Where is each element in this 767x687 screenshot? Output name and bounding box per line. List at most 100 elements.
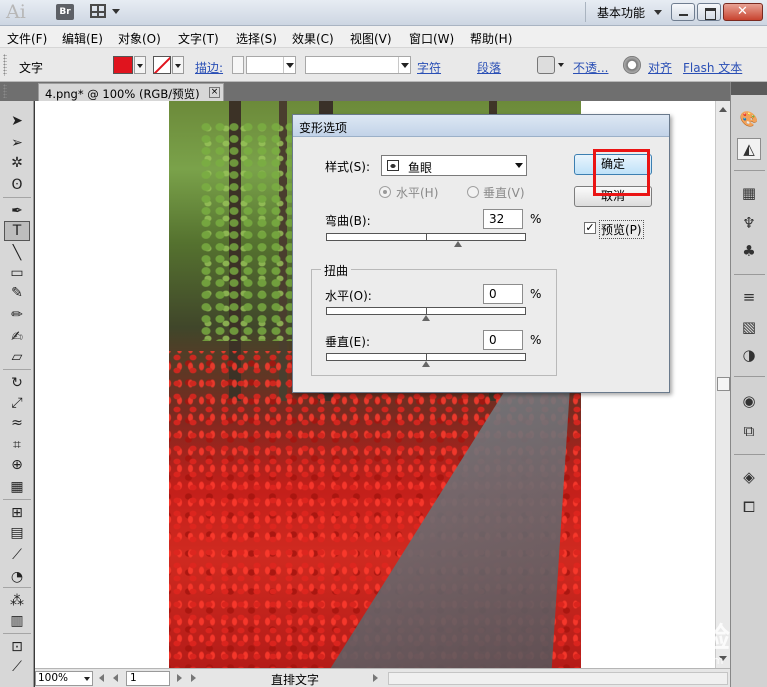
brushes-icon[interactable]: ♆ (737, 212, 761, 234)
type-tool-icon[interactable]: T (4, 221, 30, 241)
magic-wand-tool-icon[interactable]: ✲ (4, 153, 30, 173)
menu-edit[interactable]: 编辑(E) (62, 30, 103, 47)
rotate-tool-icon[interactable]: ↻ (4, 373, 30, 393)
dialog-title-bar[interactable]: 变形选项 (293, 115, 669, 137)
horizontal-distortion-slider[interactable] (326, 307, 526, 321)
recolor-icon[interactable] (623, 56, 641, 74)
lasso-tool-icon[interactable]: ʘ (4, 175, 30, 195)
blob-brush-tool-icon[interactable]: ✍ (4, 327, 30, 347)
menu-view[interactable]: 视图(V) (350, 30, 392, 47)
eyedropper-tool-icon[interactable]: ⟋ (4, 545, 30, 565)
stroke-icon[interactable]: ≡ (737, 286, 761, 308)
pencil-tool-icon[interactable]: ✏ (4, 305, 30, 325)
horizontal-radio[interactable] (379, 186, 391, 198)
status-menu-icon[interactable] (373, 674, 378, 682)
arrange-documents-button[interactable] (90, 3, 124, 21)
gradient-tool-icon[interactable]: ▤ (4, 523, 30, 543)
next-page-icon[interactable] (177, 674, 182, 682)
dock-header[interactable] (731, 82, 767, 95)
color-guide-icon[interactable]: ◭ (737, 138, 761, 160)
status-text[interactable]: 直排文字 (271, 671, 319, 687)
transparency-icon[interactable]: ◑ (737, 344, 761, 366)
chevron-down-icon[interactable] (654, 10, 662, 15)
chevron-down-icon[interactable] (556, 56, 568, 74)
vertical-radio[interactable] (467, 186, 479, 198)
envelope-icon[interactable] (537, 56, 555, 74)
stroke-weight-select[interactable] (246, 56, 296, 74)
last-page-icon[interactable] (191, 674, 196, 682)
bend-slider[interactable] (326, 233, 526, 247)
align-link[interactable]: 对齐 (648, 59, 672, 76)
bend-input[interactable]: 32 (483, 209, 523, 229)
blend-tool-icon[interactable]: ◔ (4, 567, 30, 587)
rectangle-tool-icon[interactable]: ▭ (4, 263, 30, 283)
menu-file[interactable]: 文件(F) (7, 30, 47, 47)
panel-grip[interactable] (3, 84, 7, 98)
vertical-distortion-input[interactable]: 0 (483, 330, 523, 350)
slice-tool-icon[interactable]: ⟋ (4, 657, 30, 677)
mesh-tool-icon[interactable]: ⊞ (4, 503, 30, 523)
font-family-select[interactable] (305, 56, 411, 74)
symbols-icon[interactable]: ♣ (737, 240, 761, 262)
minimize-button[interactable] (671, 3, 695, 21)
stroke-link[interactable]: 描边: (195, 59, 223, 76)
document-tab[interactable]: 4.png* @ 100% (RGB/预览) × (38, 83, 224, 101)
maximize-button[interactable] (697, 3, 721, 21)
stroke-color-swatch[interactable] (153, 56, 171, 74)
horizontal-distortion-input[interactable]: 0 (483, 284, 523, 304)
symbol-sprayer-tool-icon[interactable]: ⁂ (4, 591, 30, 611)
style-select[interactable]: 鱼眼 (381, 155, 527, 176)
horizontal-slider-knob[interactable] (422, 315, 430, 321)
swatches-icon[interactable]: ▦ (737, 182, 761, 204)
selection-tool-icon[interactable]: ➤ (4, 111, 30, 131)
paragraph-link[interactable]: 段落 (477, 59, 501, 76)
first-page-icon[interactable] (99, 674, 104, 682)
bridge-button[interactable]: Br (56, 4, 74, 20)
vertical-slider-knob[interactable] (422, 361, 430, 367)
layers-icon[interactable]: ◈ (737, 466, 761, 488)
pen-tool-icon[interactable]: ✒ (4, 201, 30, 221)
preview-checkbox[interactable]: ✓ (584, 222, 596, 234)
fill-color-swatch[interactable] (113, 56, 133, 74)
scroll-up-button[interactable] (717, 103, 730, 117)
fill-dropdown[interactable] (134, 56, 146, 74)
flash-text-link[interactable]: Flash 文本 (683, 59, 742, 76)
paintbrush-tool-icon[interactable]: ✎ (4, 283, 30, 303)
workspace-switcher[interactable]: 基本功能 (597, 4, 645, 21)
free-transform-tool-icon[interactable]: ⌗ (4, 435, 30, 455)
page-number-select[interactable]: 1 (126, 671, 170, 686)
previous-page-icon[interactable] (113, 674, 118, 682)
shape-builder-tool-icon[interactable]: ⊕ (4, 455, 30, 475)
warp-tool-icon[interactable]: ≈ (4, 413, 30, 433)
appearance-icon[interactable]: ◉ (737, 390, 761, 412)
menu-object[interactable]: 对象(O) (118, 30, 161, 47)
stroke-weight-stepper[interactable] (232, 56, 244, 74)
artboards-icon[interactable]: ⧠ (737, 496, 761, 518)
vertical-distortion-slider[interactable] (326, 353, 526, 367)
scale-tool-icon[interactable]: ⤢ (4, 393, 30, 413)
menu-effect[interactable]: 效果(C) (292, 30, 334, 47)
bend-slider-knob[interactable] (453, 241, 462, 247)
character-link[interactable]: 字符 (417, 59, 441, 76)
vertical-scrollbar[interactable] (715, 101, 730, 668)
panel-grip[interactable] (3, 54, 7, 76)
menu-window[interactable]: 窗口(W) (409, 30, 454, 47)
column-graph-tool-icon[interactable]: ▥ (4, 611, 30, 631)
direct-selection-tool-icon[interactable]: ➢ (4, 133, 30, 153)
color-palette-icon[interactable]: 🎨 (737, 108, 761, 130)
horizontal-scrollbar[interactable] (388, 672, 728, 685)
artboard-tool-icon[interactable]: ⊡ (4, 637, 30, 657)
preview-label[interactable]: 预览(P) (599, 220, 644, 239)
stroke-dropdown[interactable] (172, 56, 184, 74)
zoom-select[interactable]: 100% (35, 671, 93, 686)
menu-select[interactable]: 选择(S) (236, 30, 277, 47)
graphic-styles-icon[interactable]: ⧉ (737, 420, 761, 442)
opacity-link[interactable]: 不透... (573, 59, 608, 76)
scroll-thumb[interactable] (717, 377, 730, 391)
gradient-icon[interactable]: ▧ (737, 316, 761, 338)
close-button[interactable] (723, 3, 763, 21)
menu-help[interactable]: 帮助(H) (470, 30, 512, 47)
close-icon[interactable]: × (209, 87, 220, 98)
line-tool-icon[interactable]: ╲ (4, 243, 30, 263)
perspective-grid-tool-icon[interactable]: ▦ (4, 477, 30, 497)
